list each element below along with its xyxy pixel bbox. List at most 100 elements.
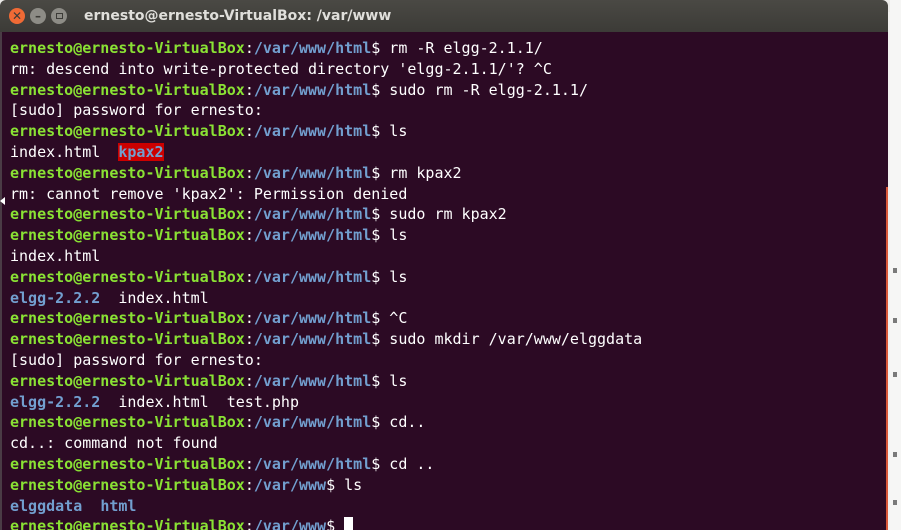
terminal-text: : bbox=[244, 39, 254, 57]
terminal-line: ernesto@ernesto-VirtualBox:/var/www/html… bbox=[10, 121, 642, 142]
prompt-user-host: ernesto@ernesto-VirtualBox bbox=[10, 122, 245, 141]
terminal-text: : bbox=[244, 80, 254, 99]
maximize-window-button[interactable] bbox=[51, 8, 67, 24]
terminal-line: elggdata html bbox=[10, 496, 642, 517]
prompt-path: /var/www bbox=[253, 475, 327, 494]
prompt-path: /var/www/html bbox=[253, 454, 372, 473]
terminal-line: elgg-2.2.2 index.html bbox=[10, 288, 642, 309]
terminal-text: : bbox=[244, 475, 254, 494]
terminal-text: : bbox=[244, 163, 254, 182]
terminal-text: $ bbox=[326, 517, 345, 530]
window-titlebar[interactable]: ✕ – ernesto@ernesto-VirtualBox: /var/www bbox=[0, 0, 888, 32]
terminal-text: $ cd .. bbox=[371, 454, 435, 473]
terminal-window: ✕ – ernesto@ernesto-VirtualBox: /var/www… bbox=[0, 0, 888, 530]
prompt-user-host: ernesto@ernesto-VirtualBox bbox=[10, 330, 245, 349]
terminal-text: rm: descend into write-protected directo… bbox=[10, 59, 552, 78]
terminal-line: ernesto@ernesto-VirtualBox:/var/www/html… bbox=[10, 80, 642, 101]
terminal-line: index.html bbox=[10, 246, 642, 267]
terminal-line: ernesto@ernesto-VirtualBox:/var/www/html… bbox=[10, 412, 642, 433]
directory-name: elggdata bbox=[10, 496, 83, 515]
minimize-icon: – bbox=[35, 9, 41, 23]
prompt-path: /var/www/html bbox=[253, 371, 372, 390]
terminal-line: ernesto@ernesto-VirtualBox:/var/www/html… bbox=[10, 38, 642, 59]
prompt-path: /var/www/html bbox=[253, 80, 372, 99]
resize-arrow-icon bbox=[0, 197, 5, 205]
terminal-text: : bbox=[244, 122, 254, 141]
prompt-user-host: ernesto@ernesto-VirtualBox bbox=[10, 475, 245, 494]
terminal-text: $ ^C bbox=[371, 309, 408, 328]
terminal-text: [sudo] password for ernesto: bbox=[10, 101, 263, 120]
background-glyph bbox=[893, 372, 897, 377]
prompt-user-host: ernesto@ernesto-VirtualBox bbox=[10, 267, 245, 286]
terminal-lines: ernesto@ernesto-VirtualBox:/var/www/html… bbox=[10, 38, 642, 530]
terminal-text: : bbox=[244, 517, 254, 530]
terminal-text: $ rm kpax2 bbox=[371, 163, 462, 182]
prompt-path: /var/www/html bbox=[253, 205, 372, 224]
terminal-text: rm: cannot remove 'kpax2': Permission de… bbox=[10, 184, 408, 203]
terminal-text: $ sudo rm kpax2 bbox=[371, 205, 507, 224]
directory-name: elgg-2.2.2 bbox=[10, 288, 101, 307]
terminal-line: rm: cannot remove 'kpax2': Permission de… bbox=[10, 184, 642, 205]
prompt-user-host: ernesto@ernesto-VirtualBox bbox=[10, 413, 245, 432]
prompt-user-host: ernesto@ernesto-VirtualBox bbox=[10, 163, 245, 182]
terminal-line: cd..: command not found bbox=[10, 433, 642, 454]
terminal-text: index.html bbox=[100, 288, 209, 307]
prompt-user-host: ernesto@ernesto-VirtualBox bbox=[10, 39, 245, 57]
close-icon: ✕ bbox=[11, 9, 23, 23]
prompt-user-host: ernesto@ernesto-VirtualBox bbox=[10, 454, 245, 473]
prompt-path: /var/www/html bbox=[253, 413, 372, 432]
directory-name: elgg-2.2.2 bbox=[10, 392, 101, 411]
prompt-user-host: ernesto@ernesto-VirtualBox bbox=[10, 371, 245, 390]
window-title: ernesto@ernesto-VirtualBox: /var/www bbox=[84, 8, 392, 24]
minimize-window-button[interactable]: – bbox=[30, 8, 46, 24]
terminal-cursor bbox=[344, 517, 354, 530]
terminal-text: : bbox=[244, 413, 254, 432]
prompt-path: /var/www bbox=[253, 517, 327, 530]
terminal-line: index.html kpax2 bbox=[10, 142, 642, 163]
terminal-text: [sudo] password for ernesto: bbox=[10, 350, 263, 369]
terminal-line: ernesto@ernesto-VirtualBox:/var/www$ ls bbox=[10, 475, 642, 496]
terminal-text: $ ls bbox=[371, 371, 408, 390]
terminal-text: index.html test.php bbox=[100, 392, 299, 411]
background-glyph bbox=[893, 500, 897, 505]
prompt-path: /var/www/html bbox=[253, 39, 372, 57]
highlighted-filename: kpax2 bbox=[118, 142, 164, 161]
background-glyph bbox=[893, 268, 897, 273]
prompt-path: /var/www/html bbox=[253, 267, 372, 286]
terminal-line: ernesto@ernesto-VirtualBox:/var/www$ bbox=[10, 516, 642, 530]
terminal-text: $ sudo mkdir /var/www/elggdata bbox=[371, 330, 643, 349]
terminal-text: : bbox=[244, 330, 254, 349]
terminal-line: ernesto@ernesto-VirtualBox:/var/www/html… bbox=[10, 308, 642, 329]
close-window-button[interactable]: ✕ bbox=[9, 8, 25, 24]
terminal-text: : bbox=[244, 309, 254, 328]
terminal-text: $ ls bbox=[371, 122, 408, 141]
directory-name: html bbox=[100, 496, 137, 515]
prompt-user-host: ernesto@ernesto-VirtualBox bbox=[10, 226, 245, 245]
terminal-line: ernesto@ernesto-VirtualBox:/var/www/html… bbox=[10, 204, 642, 225]
terminal-text: $ ls bbox=[371, 226, 408, 245]
terminal-line: ernesto@ernesto-VirtualBox:/var/www/html… bbox=[10, 225, 642, 246]
terminal-text: $ rm -R elgg-2.1.1/ bbox=[371, 39, 543, 57]
terminal-text: $ cd.. bbox=[371, 413, 426, 432]
prompt-path: /var/www/html bbox=[253, 330, 372, 349]
background-glyph bbox=[893, 318, 897, 323]
terminal-line: rm: descend into write-protected directo… bbox=[10, 59, 642, 80]
prompt-path: /var/www/html bbox=[253, 122, 372, 141]
terminal-text: cd..: command not found bbox=[10, 434, 218, 453]
scrollbar-edge[interactable] bbox=[886, 187, 888, 530]
terminal-output-area[interactable]: ernesto@ernesto-VirtualBox:/var/www/html… bbox=[0, 32, 888, 530]
terminal-text: : bbox=[244, 226, 254, 245]
prompt-user-host: ernesto@ernesto-VirtualBox bbox=[10, 517, 245, 530]
terminal-line: [sudo] password for ernesto: bbox=[10, 100, 642, 121]
terminal-line: [sudo] password for ernesto: bbox=[10, 350, 642, 371]
background-glyph bbox=[893, 452, 897, 457]
terminal-text: $ ls bbox=[371, 267, 408, 286]
terminal-line: elgg-2.2.2 index.html test.php bbox=[10, 392, 642, 413]
terminal-line: ernesto@ernesto-VirtualBox:/var/www/html… bbox=[10, 329, 642, 350]
prompt-path: /var/www/html bbox=[253, 163, 372, 182]
terminal-text: index.html bbox=[10, 246, 101, 265]
background-window-right bbox=[890, 0, 901, 530]
prompt-user-host: ernesto@ernesto-VirtualBox bbox=[10, 80, 245, 99]
terminal-text: : bbox=[244, 454, 254, 473]
